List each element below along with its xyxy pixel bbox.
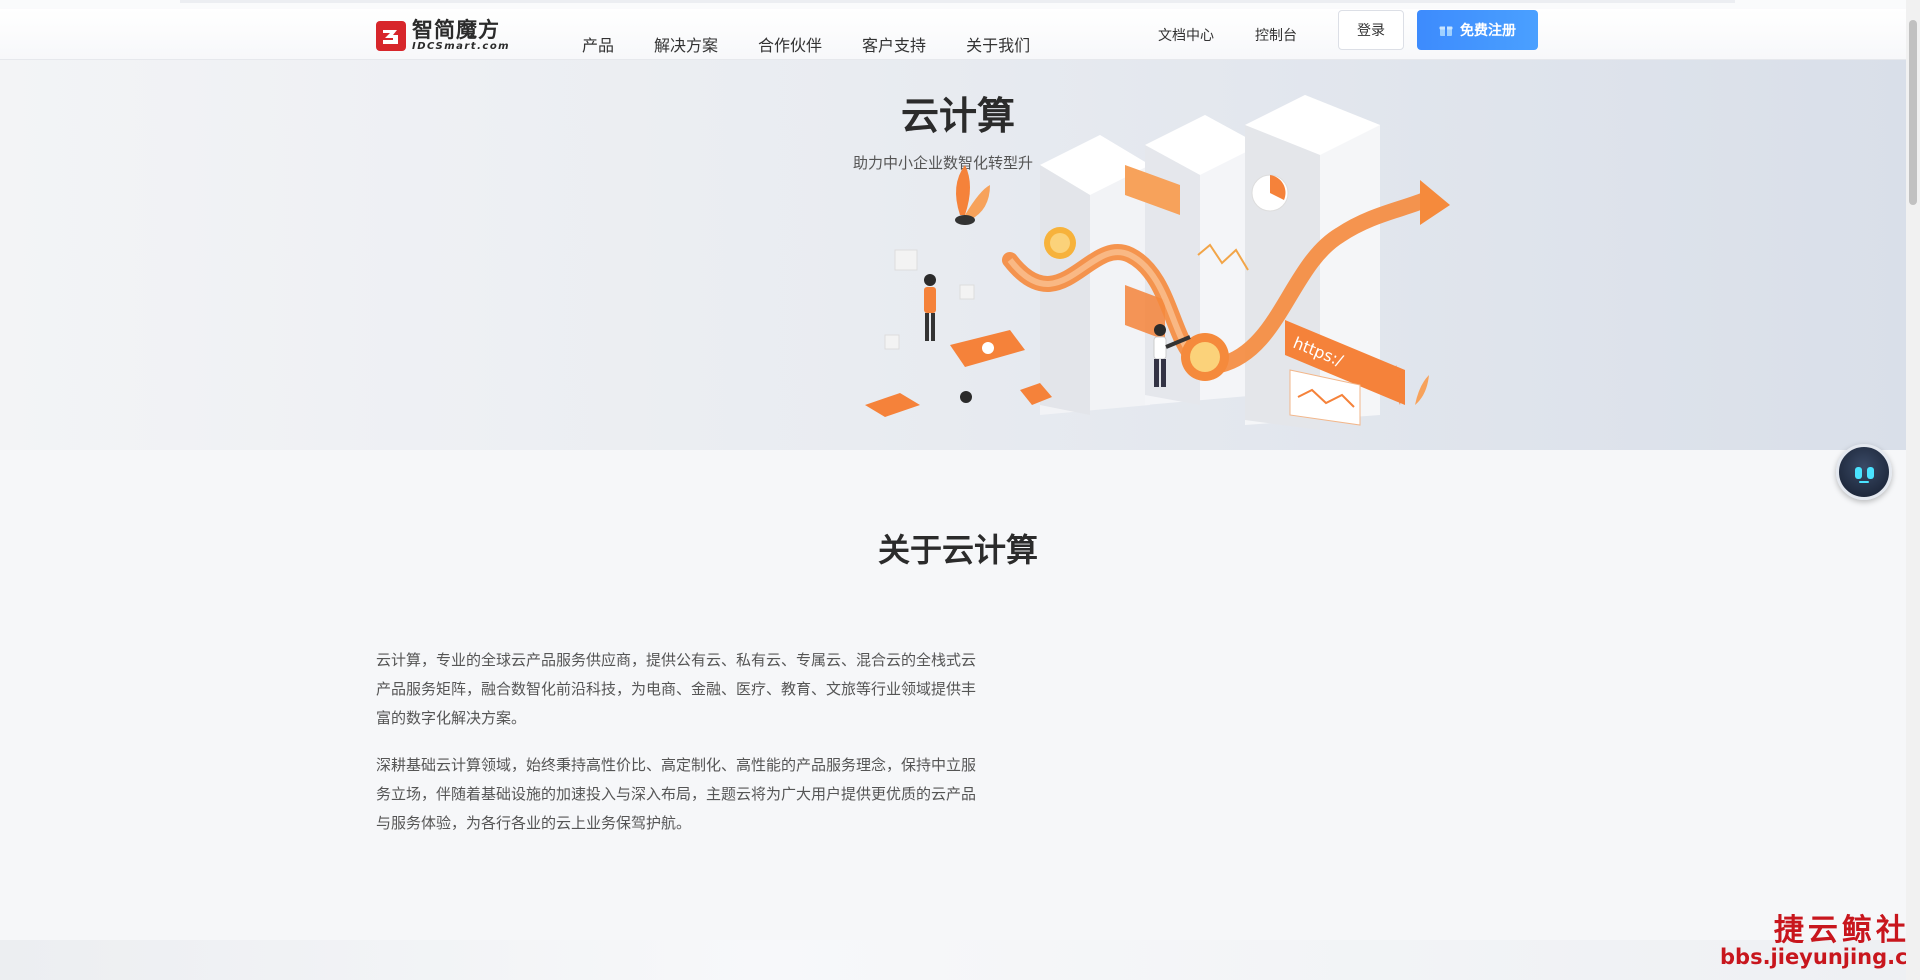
robot-assistant-icon[interactable]	[1836, 444, 1892, 500]
docs-center-link[interactable]: 文档中心	[1158, 25, 1214, 45]
about-paragraph: 深耕基础云计算领域，始终秉持高性价比、高定制化、高性能的产品服务理念，保持中立服…	[376, 756, 977, 832]
register-button[interactable]: 免费注册	[1417, 10, 1538, 50]
logo-icon	[376, 21, 406, 51]
woman-figure	[924, 274, 936, 341]
scrollbar-thumb[interactable]	[1909, 20, 1917, 205]
register-button-label: 免费注册	[1460, 23, 1516, 39]
about-paragraph: 云计算，专业的全球云产品服务供应商，提供公有云、私有云、专属云、混合云的全栈式云…	[376, 651, 977, 727]
nav-item-partners[interactable]: 合作伙伴	[758, 32, 822, 56]
top-strip	[0, 0, 1920, 9]
logo-text: 智简魔方	[412, 18, 500, 42]
site-logo[interactable]: 智简魔方 IDCSmart.com	[376, 19, 510, 53]
about-title: 关于云计算	[877, 531, 1038, 569]
watermark-url: bbs.jieyunjing.com	[1720, 945, 1920, 969]
hero-banner: 云计算 助力中小企业数智化转型升 https:/	[0, 60, 1906, 450]
watermark: 捷云鲸社区 bbs.jieyunjing.com	[1720, 905, 1920, 969]
nav-item-products[interactable]: 产品	[582, 32, 614, 56]
page-scrollbar[interactable]	[1906, 0, 1920, 980]
nav-item-solutions[interactable]: 解决方案	[654, 32, 718, 56]
nav-item-support[interactable]: 客户支持	[862, 32, 926, 56]
console-link[interactable]: 控制台	[1255, 25, 1297, 45]
logo-domain: IDCSmart.com	[412, 41, 511, 52]
next-section-band	[0, 940, 1906, 980]
login-button[interactable]: 登录	[1338, 10, 1404, 50]
gift-icon	[1439, 26, 1453, 36]
hero-illustration: https:/	[865, 95, 1450, 430]
site-header: 智简魔方 IDCSmart.com 产品 解决方案 合作伙伴 客户支持 关于我们	[0, 9, 1906, 60]
watermark-text: 捷云鲸社区	[1773, 913, 1920, 948]
nav-item-about[interactable]: 关于我们	[966, 32, 1030, 56]
